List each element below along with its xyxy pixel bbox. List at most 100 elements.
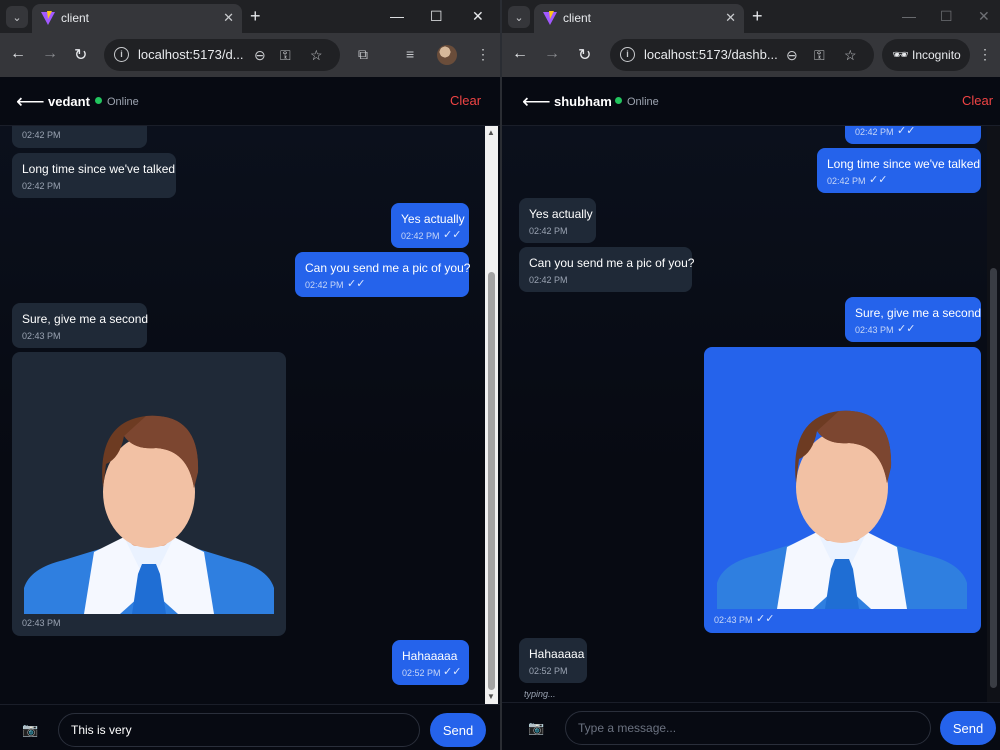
tab-close-icon[interactable]: ✕ xyxy=(725,10,736,26)
profile-avatar[interactable] xyxy=(437,45,457,65)
url-text: localhost:5173/dashb... xyxy=(644,47,778,62)
camera-icon[interactable]: 📷 xyxy=(22,722,38,738)
message-list[interactable]: 02:42 PM Long time since we've talked 02… xyxy=(0,126,485,704)
camera-icon[interactable]: 📷 xyxy=(528,720,544,736)
read-ticks-icon: ✓✓ xyxy=(897,323,916,335)
image-message-outgoing[interactable]: 02:43 PM ✓✓ xyxy=(704,347,981,633)
message-outgoing: 02:42 PM ✓✓ xyxy=(845,126,981,144)
reload-icon[interactable]: ↻ xyxy=(578,45,591,65)
scroll-down-icon[interactable]: ▼ xyxy=(487,692,495,701)
message-time: 02:42 PM xyxy=(855,127,894,137)
forward-nav-icon[interactable]: → xyxy=(42,45,58,63)
close-window-icon[interactable]: ✕ xyxy=(472,8,484,25)
message-time: 02:42 PM xyxy=(529,226,568,236)
new-tab-plus-icon[interactable]: + xyxy=(752,6,763,26)
read-ticks-icon: ✓✓ xyxy=(756,613,775,625)
key-icon[interactable]: ⚿ xyxy=(814,47,825,64)
message-time: 02:42 PM xyxy=(305,280,344,290)
browser-toolbar: ← → ↻ i localhost:5173/dashb... ⊖ ⚿ ☆ 🕶 … xyxy=(502,33,1000,77)
vite-logo-icon xyxy=(41,11,55,25)
image-message-incoming[interactable]: 02:43 PM xyxy=(12,352,286,636)
scrollbar-thumb[interactable] xyxy=(488,272,495,690)
message-input[interactable] xyxy=(565,711,931,745)
read-ticks-icon: ✓✓ xyxy=(443,666,462,678)
key-icon[interactable]: ⚿ xyxy=(280,47,291,64)
message-text: Sure, give me a second xyxy=(22,312,149,326)
url-text: localhost:5173/d... xyxy=(138,47,244,62)
message-outgoing: Long time since we've talked 02:42 PM ✓✓ xyxy=(817,148,981,193)
message-incoming: 02:42 PM xyxy=(12,126,147,148)
reload-icon[interactable]: ↻ xyxy=(74,45,87,65)
tab-search-chevron-icon[interactable]: ⌄ xyxy=(6,6,28,28)
message-outgoing: Yes actually 02:42 PM ✓✓ xyxy=(391,203,469,248)
message-text: Can you send me a pic of you? xyxy=(305,261,471,275)
status-text: Online xyxy=(627,96,659,108)
back-nav-icon[interactable]: ← xyxy=(10,45,26,63)
status-text: Online xyxy=(107,96,139,108)
message-time: 02:42 PM xyxy=(827,176,866,186)
tab-close-icon[interactable]: ✕ xyxy=(223,10,234,26)
address-bar[interactable]: i localhost:5173/d... ⊖ ⚿ ☆ xyxy=(104,39,340,71)
message-input[interactable] xyxy=(58,713,420,747)
contact-name: shubham xyxy=(554,94,612,109)
message-text: Long time since we've talked xyxy=(827,157,981,171)
forward-nav-icon[interactable]: → xyxy=(544,45,560,63)
tab-bar: ⌄ client ✕ + — ☐ ✕ xyxy=(0,0,500,33)
menu-kebab-icon[interactable]: ⋮ xyxy=(476,46,490,63)
scrollbar-thumb[interactable] xyxy=(990,268,997,688)
bookmark-star-icon[interactable]: ☆ xyxy=(844,47,857,64)
chat-header: ⟵ vedant Online Clear xyxy=(0,77,500,126)
new-tab-plus-icon[interactable]: + xyxy=(250,6,261,26)
message-text: Long time since we've talked xyxy=(22,162,176,176)
chat-back-arrow-icon[interactable]: ⟵ xyxy=(16,89,45,114)
back-nav-icon[interactable]: ← xyxy=(512,45,528,63)
scroll-up-icon[interactable]: ▲ xyxy=(487,128,495,137)
menu-kebab-icon[interactable]: ⋮ xyxy=(978,46,992,63)
browser-tab[interactable]: client ✕ xyxy=(32,4,242,33)
minimize-icon[interactable]: — xyxy=(390,8,404,24)
composer: 📷 Send xyxy=(502,702,1000,750)
message-incoming: Yes actually 02:42 PM xyxy=(519,198,596,243)
zoom-icon[interactable]: ⊖ xyxy=(254,47,266,64)
message-time: 02:42 PM xyxy=(22,130,61,140)
message-incoming: Can you send me a pic of you? 02:42 PM xyxy=(519,247,694,292)
maximize-icon[interactable]: ☐ xyxy=(940,8,953,25)
message-incoming: Hahaaaaa 02:52 PM xyxy=(519,638,587,683)
read-ticks-icon: ✓✓ xyxy=(897,126,916,137)
zoom-icon[interactable]: ⊖ xyxy=(786,47,798,64)
online-dot-icon xyxy=(615,97,622,104)
message-incoming: Long time since we've talked 02:42 PM xyxy=(12,153,176,198)
send-button[interactable]: Send xyxy=(430,713,486,747)
avatar-photo xyxy=(24,415,274,614)
chat-back-arrow-icon[interactable]: ⟵ xyxy=(522,89,551,114)
incognito-badge[interactable]: 🕶 Incognito xyxy=(882,39,970,71)
minimize-icon[interactable]: — xyxy=(902,8,916,24)
address-bar[interactable]: i localhost:5173/dashb... ⊖ ⚿ ☆ xyxy=(610,39,874,71)
tab-search-chevron-icon[interactable]: ⌄ xyxy=(508,6,530,28)
message-scrollbar[interactable] xyxy=(987,126,1000,702)
read-ticks-icon: ✓✓ xyxy=(347,278,366,290)
incognito-icon: 🕶 xyxy=(892,47,909,62)
clear-button[interactable]: Clear xyxy=(962,93,993,108)
send-button[interactable]: Send xyxy=(940,711,996,745)
typing-indicator: typing... xyxy=(524,689,556,699)
message-scrollbar[interactable]: ▲ ▼ xyxy=(485,126,498,704)
message-time: 02:43 PM xyxy=(22,331,61,341)
screen: ⌄ client ✕ + — ☐ ✕ ← → ↻ i localhost:517… xyxy=(0,0,1000,750)
tab-title: client xyxy=(563,11,592,25)
browser-tab[interactable]: client ✕ xyxy=(534,4,744,33)
close-window-icon[interactable]: ✕ xyxy=(978,8,990,25)
maximize-icon[interactable]: ☐ xyxy=(430,8,443,25)
message-time: 02:42 PM xyxy=(529,275,568,285)
message-list[interactable]: 02:42 PM ✓✓ Long time since we've talked… xyxy=(502,126,987,704)
site-info-icon[interactable]: i xyxy=(620,47,635,62)
bookmark-star-icon[interactable]: ☆ xyxy=(310,47,323,64)
message-outgoing: Can you send me a pic of you? 02:42 PM ✓… xyxy=(295,252,471,297)
message-text: Hahaaaaa xyxy=(402,649,458,663)
message-text: Yes actually xyxy=(529,207,593,221)
site-info-icon[interactable]: i xyxy=(114,47,129,62)
extensions-puzzle-icon[interactable]: ⧉ xyxy=(358,46,368,63)
message-time: 02:43 PM xyxy=(22,618,61,628)
media-queue-icon[interactable]: ≡ xyxy=(406,46,414,62)
clear-button[interactable]: Clear xyxy=(450,93,481,108)
